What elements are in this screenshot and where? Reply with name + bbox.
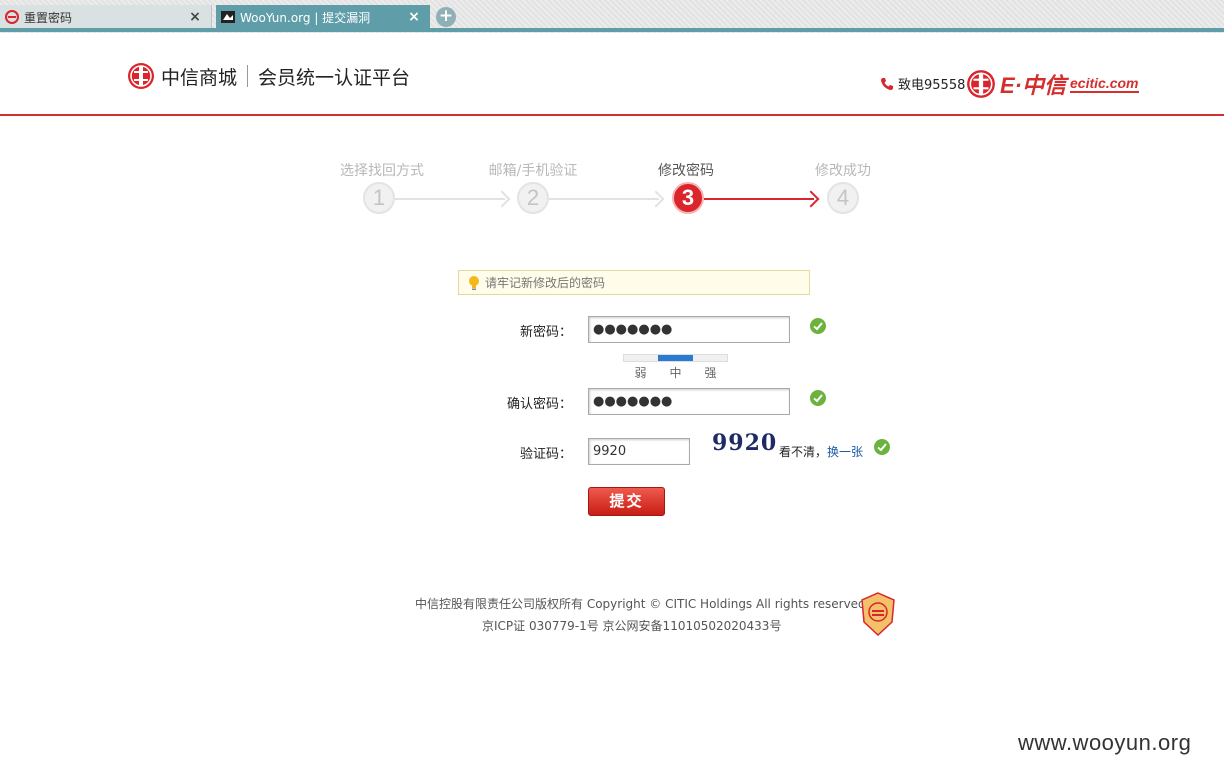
captcha-image[interactable]: 9920 bbox=[712, 430, 776, 460]
confirm-password-field[interactable]: ●●●●●●● bbox=[588, 388, 790, 415]
logo-divider bbox=[247, 65, 249, 87]
step-number-2: 2 bbox=[517, 182, 549, 214]
check-circle-icon bbox=[810, 390, 826, 406]
ie-logo-icon bbox=[4, 9, 20, 25]
strength-fill bbox=[658, 355, 693, 361]
step-label-3: 修改密码 bbox=[658, 163, 714, 179]
password-tip: 请牢记新修改后的密码 bbox=[458, 270, 810, 295]
confirm-password-label: 确认密码： bbox=[506, 397, 572, 412]
submit-button[interactable]: 提交 bbox=[588, 487, 665, 516]
close-tab-icon[interactable]: × bbox=[187, 9, 203, 25]
refresh-captcha-link[interactable]: 换一张 bbox=[827, 445, 863, 459]
police-badge-icon[interactable] bbox=[860, 592, 896, 636]
footer-copyright: 中信控股有限责任公司版权所有 Copyright © CITIC Holding… bbox=[415, 597, 866, 611]
strength-medium-label: 中 bbox=[669, 366, 682, 380]
captcha-input[interactable]: 9920 bbox=[588, 438, 690, 465]
captcha-input-value: 9920 bbox=[593, 444, 627, 459]
captcha-hint: 看不清，换一张 bbox=[779, 443, 863, 460]
browser-tab-wooyun[interactable]: WooYun.org | 提交漏洞 × bbox=[216, 5, 430, 29]
captcha-hint-text: 看不清， bbox=[779, 445, 828, 459]
close-tab-icon[interactable]: × bbox=[406, 9, 422, 25]
footer-icp: 京ICP证 030779-1号 京公网安备11010502020433号 bbox=[482, 619, 782, 633]
wooyun-watermark: www.wooyun.org bbox=[1018, 730, 1192, 755]
step-connector bbox=[395, 198, 505, 200]
step-arrow-icon bbox=[802, 190, 820, 208]
step-connector-active bbox=[704, 198, 814, 200]
tab-label: WooYun.org | 提交漏洞 bbox=[240, 10, 371, 25]
tab-label: 重置密码 bbox=[24, 10, 73, 25]
check-circle-icon bbox=[874, 439, 890, 455]
step-number-1: 1 bbox=[363, 182, 395, 214]
ecitic-brand[interactable]: E·中信 ecitic.com bbox=[966, 68, 1139, 100]
step-number-4: 4 bbox=[827, 182, 859, 214]
step-connector bbox=[549, 198, 659, 200]
new-password-field[interactable]: ●●●●●●● bbox=[588, 316, 790, 343]
tip-text: 请牢记新修改后的密码 bbox=[485, 276, 606, 290]
ecitic-cn-name: E·中信 bbox=[1000, 73, 1067, 98]
captcha-label: 验证码： bbox=[519, 447, 572, 462]
hotline-number: 致电95558 bbox=[898, 78, 966, 93]
hotline: 致电95558 bbox=[880, 74, 965, 93]
confirm-password-value: ●●●●●●● bbox=[593, 394, 673, 409]
site-logo[interactable]: 中信商城 会员统一认证平台 bbox=[127, 62, 410, 90]
step-label-4: 修改成功 bbox=[815, 163, 871, 179]
platform-name: 会员统一认证平台 bbox=[258, 66, 411, 89]
step-label-1: 选择找回方式 bbox=[340, 163, 424, 179]
strength-labels: 弱 中 强 bbox=[623, 364, 728, 381]
step-arrow-icon bbox=[493, 190, 511, 208]
step-arrow-icon bbox=[647, 190, 665, 208]
password-strength-meter bbox=[623, 354, 728, 362]
check-circle-icon bbox=[810, 318, 826, 334]
lightbulb-icon bbox=[469, 275, 479, 290]
brand-name: 中信商城 bbox=[161, 66, 238, 89]
ecitic-domain: ecitic.com bbox=[1070, 75, 1139, 93]
browser-tab-reset-password[interactable]: 重置密码 × bbox=[0, 5, 212, 29]
new-password-label: 新密码： bbox=[519, 325, 572, 340]
phone-icon bbox=[881, 77, 893, 90]
citic-logo-icon bbox=[128, 63, 154, 89]
citic-logo-icon bbox=[967, 70, 995, 98]
wooyun-logo-icon bbox=[220, 9, 236, 25]
strength-strong-label: 强 bbox=[704, 366, 717, 380]
strength-weak-label: 弱 bbox=[634, 366, 647, 380]
site-header: 中信商城 会员统一认证平台 致电95558 E·中信 ecitic.com bbox=[0, 32, 1224, 116]
new-tab-button[interactable]: + bbox=[436, 7, 456, 27]
step-number-3: 3 bbox=[672, 182, 704, 214]
new-password-value: ●●●●●●● bbox=[593, 322, 673, 337]
step-label-2: 邮箱/手机验证 bbox=[488, 163, 578, 179]
